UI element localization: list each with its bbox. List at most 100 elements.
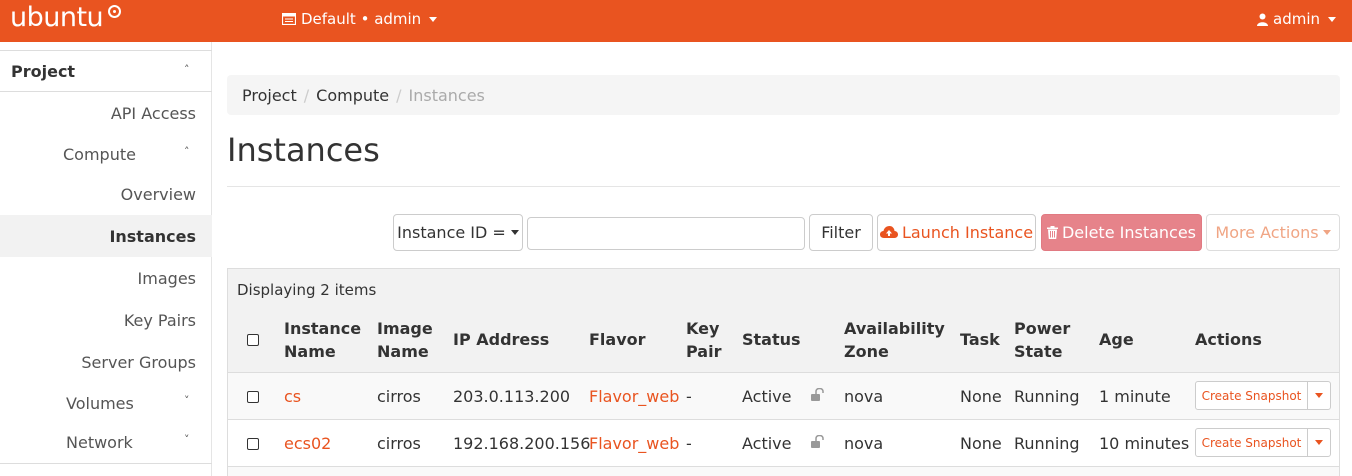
header-line: Instance (284, 319, 362, 338)
project-switcher-label: Default • admin (301, 10, 422, 28)
column-header-key-pair[interactable]: Key Pair (686, 317, 721, 363)
chevron-down-icon (1322, 230, 1331, 235)
filter-field-label: Instance ID = (397, 223, 506, 242)
availability-zone: nova (844, 434, 884, 453)
chevron-down-icon (510, 230, 519, 235)
header-line: Name (377, 342, 429, 361)
sidebar-item-instances[interactable]: Instances (109, 227, 196, 246)
sidebar-item-api-access[interactable]: API Access (111, 104, 196, 123)
sidebar-divider (0, 463, 212, 464)
instance-name-link[interactable]: cs (284, 387, 301, 406)
column-header-instance-name[interactable]: Instance Name (284, 317, 361, 363)
column-header-availability-zone[interactable]: Availability Zone (844, 317, 945, 363)
sidebar-item-overview[interactable]: Overview (121, 185, 196, 204)
row-actions: Create Snapshot (1195, 381, 1331, 410)
sidebar-item-compute[interactable]: Compute (63, 145, 136, 164)
table-row: ecs02 cirros 192.168.200.156 Flavor_web … (228, 419, 1339, 466)
unlocked-icon[interactable] (810, 388, 824, 402)
more-actions-dropdown[interactable]: More Actions (1206, 214, 1340, 251)
instances-table: Displaying 2 items Instance Name Image Nam… (227, 268, 1340, 476)
header-line: Zone (844, 342, 889, 361)
breadcrumb-separator: / (396, 85, 402, 105)
status: Active (742, 434, 792, 453)
chevron-down-icon: ˅ (184, 394, 190, 407)
filter-button[interactable]: Filter (809, 214, 873, 251)
user-menu-label: admin (1273, 10, 1320, 28)
column-header-status[interactable]: Status (742, 328, 801, 351)
chevron-down-icon: ˅ (184, 433, 190, 446)
sidebar-section-project[interactable]: Project (0, 51, 212, 92)
flavor-link[interactable]: Flavor_web (589, 434, 679, 453)
column-header-ip-address[interactable]: IP Address (453, 328, 549, 351)
title-divider (227, 186, 1340, 187)
task: None (960, 434, 1002, 453)
page-title: Instances (227, 131, 380, 169)
filter-field-dropdown[interactable]: Instance ID = (393, 214, 523, 251)
column-header-task[interactable]: Task (960, 328, 1000, 351)
column-header-image-name[interactable]: Image Name (377, 317, 433, 363)
trash-icon (1046, 226, 1058, 239)
status: Active (742, 387, 792, 406)
header-line: Power (1014, 319, 1071, 338)
chevron-down-icon (1328, 16, 1336, 22)
key-pair: - (686, 434, 692, 453)
task: None (960, 387, 1002, 406)
table-row: cs cirros 203.0.113.200 Flavor_web - Act… (228, 372, 1339, 419)
top-navbar: ubuntu Default • admin admin (0, 0, 1352, 42)
select-all-checkbox[interactable] (247, 334, 259, 346)
header-line: Image (377, 319, 433, 338)
header-line: Pair (686, 342, 722, 361)
header-line: Key (686, 319, 720, 338)
sidebar-item-server-groups[interactable]: Server Groups (81, 353, 196, 372)
table-row-partial (228, 466, 1339, 476)
sidebar: Project ˄ API Access Compute ˄ Overview … (0, 42, 212, 476)
breadcrumb-current: Instances (408, 85, 485, 105)
breadcrumb: Project / Compute / Instances (227, 75, 1340, 115)
user-icon (1257, 13, 1268, 26)
more-actions-label: More Actions (1215, 223, 1319, 242)
chevron-up-icon: ˄ (184, 145, 190, 158)
row-actions-dropdown[interactable] (1307, 429, 1330, 456)
flavor-link[interactable]: Flavor_web (589, 387, 679, 406)
filter-input[interactable] (527, 217, 805, 250)
launch-instance-button[interactable]: Launch Instance (877, 214, 1036, 251)
image-name: cirros (377, 387, 421, 406)
sidebar-item-network[interactable]: Network (66, 433, 133, 452)
sidebar-item-key-pairs[interactable]: Key Pairs (124, 311, 196, 330)
header-line: Availability (844, 319, 945, 338)
brand-logo[interactable]: ubuntu (10, 2, 104, 33)
launch-instance-label: Launch Instance (901, 223, 1034, 242)
sidebar-item-images[interactable]: Images (138, 269, 196, 288)
chevron-down-icon (429, 16, 438, 22)
sidebar-section-label: Project (11, 61, 76, 81)
delete-instances-button[interactable]: Delete Instances (1041, 214, 1202, 251)
power-state: Running (1014, 387, 1080, 406)
user-menu[interactable]: admin (1257, 10, 1336, 28)
row-actions-dropdown[interactable] (1307, 382, 1330, 409)
chevron-up-icon: ˄ (184, 63, 190, 76)
chevron-down-icon (1315, 393, 1323, 398)
column-header-power-state[interactable]: Power State (1014, 317, 1070, 363)
breadcrumb-separator: / (303, 85, 310, 105)
cloud-upload-icon (879, 226, 898, 238)
row-checkbox[interactable] (247, 391, 259, 403)
breadcrumb-project[interactable]: Project (242, 86, 297, 105)
breadcrumb-compute[interactable]: Compute (316, 86, 389, 105)
instance-name-link[interactable]: ecs02 (284, 434, 331, 453)
age: 10 minutes (1099, 434, 1190, 453)
ip-address: 203.0.113.200 (453, 387, 571, 406)
item-count: Displaying 2 items (237, 281, 377, 299)
column-header-age[interactable]: Age (1099, 328, 1134, 351)
column-header-flavor[interactable]: Flavor (589, 328, 646, 351)
create-snapshot-button[interactable]: Create Snapshot (1196, 382, 1307, 409)
chevron-down-icon (1315, 440, 1323, 445)
header-line: Name (284, 342, 336, 361)
unlocked-icon[interactable] (810, 435, 824, 449)
sidebar-item-volumes[interactable]: Volumes (66, 394, 134, 413)
row-actions: Create Snapshot (1195, 428, 1331, 457)
column-header-actions: Actions (1195, 330, 1262, 349)
project-list-icon (282, 13, 296, 25)
project-switcher[interactable]: Default • admin (282, 10, 438, 28)
create-snapshot-button[interactable]: Create Snapshot (1196, 429, 1307, 456)
row-checkbox[interactable] (247, 438, 259, 450)
